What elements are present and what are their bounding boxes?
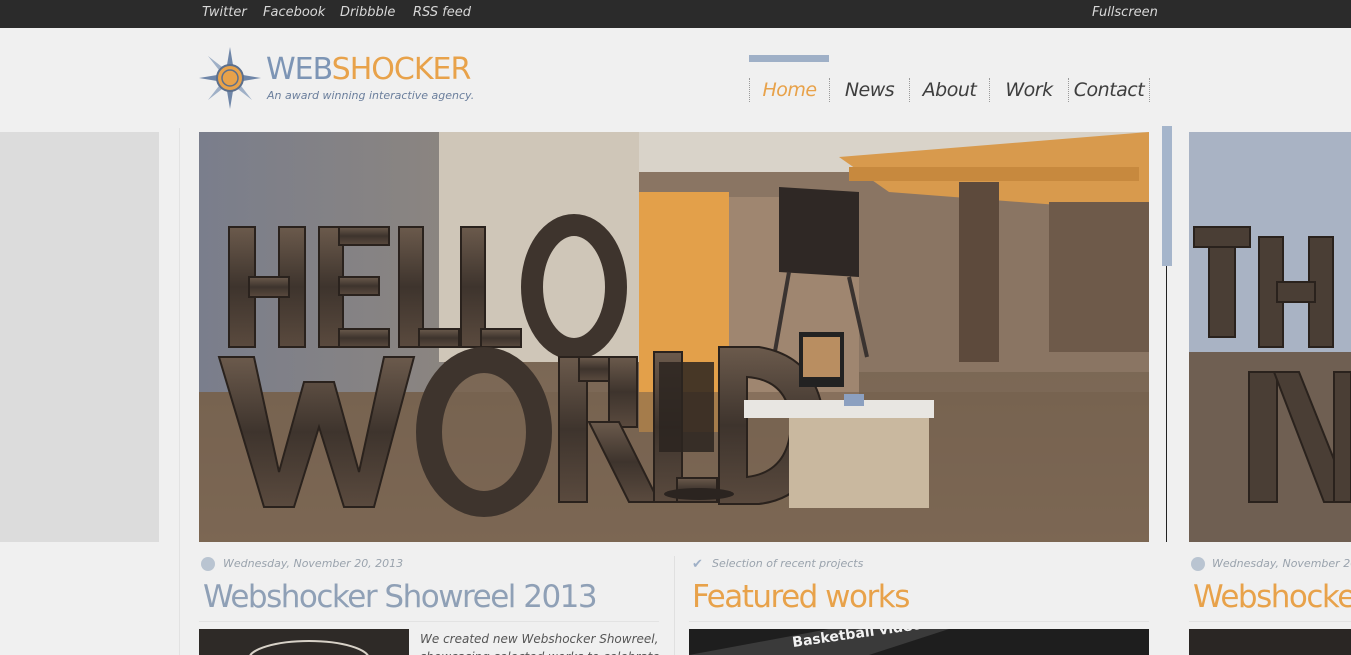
next-slide-preview[interactable]: [1189, 132, 1351, 542]
logo-tagline: An award winning interactive agency.: [267, 89, 475, 102]
calendar-icon: [201, 557, 215, 571]
next-post-title[interactable]: Webshocker: [1193, 579, 1351, 615]
hero-slide[interactable]: [199, 132, 1149, 542]
fullscreen-link[interactable]: Fullscreen: [1092, 5, 1158, 20]
next-post-date: Wednesday, November 20, 2013: [1212, 557, 1351, 570]
facebook-link[interactable]: Facebook: [263, 5, 325, 20]
compass-logo-icon[interactable]: [199, 47, 261, 109]
logo-word-web: WEB: [266, 52, 333, 87]
rss-feed-link[interactable]: RSS feed: [413, 5, 471, 20]
main-nav: Home News About Work Contact: [749, 78, 1150, 102]
logo-word-shocker: SHOCKER: [331, 52, 472, 87]
post-excerpt: We created new Webshocker Showreel, show…: [420, 632, 660, 655]
column-divider: [674, 556, 675, 655]
nav-item-contact[interactable]: Contact: [1068, 78, 1150, 102]
nav-item-about[interactable]: About: [909, 78, 989, 102]
dribbble-link[interactable]: Dribbble: [340, 5, 395, 20]
slider-scrollbar-track[interactable]: [1166, 266, 1167, 542]
post-thumbnail-image: [249, 640, 369, 655]
nav-item-news[interactable]: News: [829, 78, 909, 102]
nav-item-work[interactable]: Work: [989, 78, 1068, 102]
slider-scrollbar-thumb[interactable]: [1162, 126, 1172, 266]
featured-thumbnail-image: Basketball videos: [689, 629, 949, 655]
twitter-link[interactable]: Twitter: [202, 5, 247, 20]
featured-thumbnail[interactable]: Basketball videos: [689, 629, 1149, 655]
post-thumbnail[interactable]: [199, 629, 409, 655]
next-post-separator: [1189, 621, 1351, 622]
post-date: Wednesday, November 20, 2013: [223, 557, 404, 570]
next-slide-image: [1189, 132, 1351, 542]
left-column-divider: [179, 128, 180, 655]
previous-slide-placeholder[interactable]: [0, 132, 159, 542]
featured-meta: Selection of recent projects: [712, 557, 864, 570]
nav-active-indicator: [749, 55, 829, 62]
post-title[interactable]: Webshocker Showreel 2013: [203, 579, 598, 615]
post-separator: [199, 621, 659, 622]
logo-wordmark[interactable]: WEBSHOCKER: [266, 52, 472, 88]
hero-image: [199, 132, 1149, 542]
checkmark-icon: ✔: [692, 557, 703, 572]
calendar-icon-next: [1191, 557, 1205, 571]
next-post-thumbnail[interactable]: [1189, 629, 1351, 655]
featured-works-title[interactable]: Featured works: [692, 579, 910, 615]
nav-item-home[interactable]: Home: [749, 78, 829, 102]
top-bar: Twitter Facebook Dribbble RSS feed Fulls…: [0, 0, 1351, 28]
featured-separator: [689, 621, 1149, 622]
